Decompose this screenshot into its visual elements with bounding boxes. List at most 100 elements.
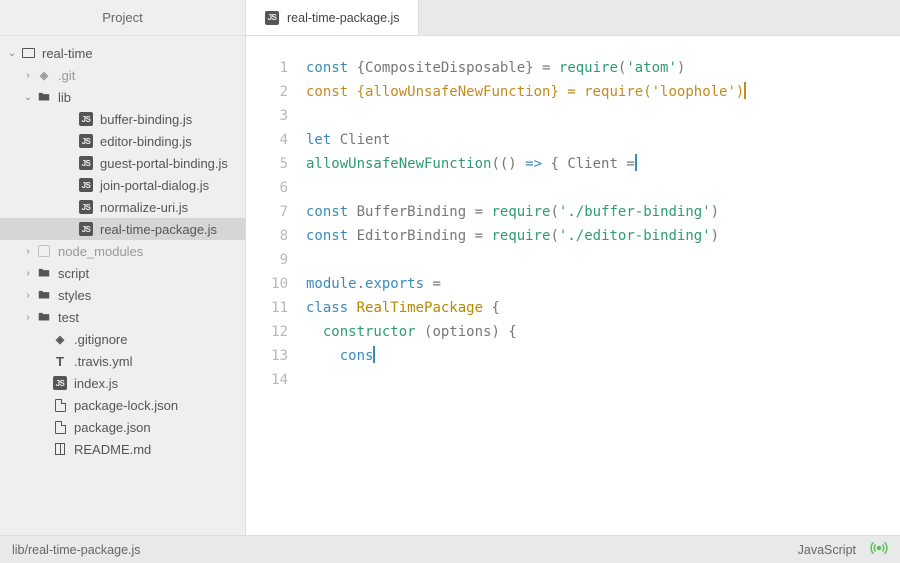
code-line[interactable]: [306, 176, 900, 200]
chevron-down-icon[interactable]: ⌄: [6, 48, 18, 59]
code-line[interactable]: [306, 104, 900, 128]
readme-icon: [52, 441, 68, 457]
tree-item-label: README.md: [74, 442, 151, 457]
tab-label: real-time-package.js: [287, 11, 400, 25]
status-language[interactable]: JavaScript: [798, 543, 856, 557]
tree-file[interactable]: ·package-lock.json: [0, 394, 245, 416]
editor-area: JS real-time-package.js 1234567891011121…: [245, 0, 900, 535]
json-file-icon: [52, 419, 68, 435]
tree-folder[interactable]: › test: [0, 306, 245, 328]
tree-item-label: node_modules: [58, 244, 143, 259]
line-number: 3: [246, 104, 288, 128]
node-modules-icon: [36, 243, 52, 259]
tree-folder[interactable]: › node_modules: [0, 240, 245, 262]
project-root-icon: [20, 45, 36, 61]
line-number: 1: [246, 56, 288, 80]
git-icon: ◈: [52, 331, 68, 347]
tree-item-label: guest-portal-binding.js: [100, 156, 228, 171]
line-number: 6: [246, 176, 288, 200]
code-line[interactable]: const {CompositeDisposable} = require('a…: [306, 56, 900, 80]
tree-folder[interactable]: ⌄ real-time: [0, 42, 245, 64]
code-line[interactable]: module.exports =: [306, 272, 900, 296]
line-number: 13: [246, 344, 288, 368]
tree-file[interactable]: ·JSbuffer-binding.js: [0, 108, 245, 130]
code-line[interactable]: constructor (options) {: [306, 320, 900, 344]
tree-file[interactable]: ·JSeditor-binding.js: [0, 130, 245, 152]
line-number: 11: [246, 296, 288, 320]
folder-icon: [36, 287, 52, 303]
cursor: [373, 346, 375, 363]
js-file-icon: JS: [78, 111, 94, 127]
tree-file[interactable]: ·README.md: [0, 438, 245, 460]
code-line[interactable]: cons: [306, 344, 900, 368]
tree-item-label: .gitignore: [74, 332, 127, 347]
tab-active[interactable]: JS real-time-package.js: [246, 0, 419, 35]
tree-file[interactable]: ·JSindex.js: [0, 372, 245, 394]
tree-item-label: index.js: [74, 376, 118, 391]
js-file-icon: JS: [52, 375, 68, 391]
tree-file[interactable]: ·JSguest-portal-binding.js: [0, 152, 245, 174]
tree-item-label: real-time-package.js: [100, 222, 217, 237]
tree-item-label: package-lock.json: [74, 398, 178, 413]
cursor: [744, 82, 746, 99]
chevron-down-icon[interactable]: ⌄: [22, 92, 34, 103]
cursor: [635, 154, 637, 171]
js-file-icon: JS: [78, 199, 94, 215]
code-line[interactable]: const BufferBinding = require('./buffer-…: [306, 200, 900, 224]
chevron-right-icon[interactable]: ›: [22, 268, 34, 279]
tree-item-label: join-portal-dialog.js: [100, 178, 209, 193]
line-number: 12: [246, 320, 288, 344]
line-number: 9: [246, 248, 288, 272]
tree-item-label: styles: [58, 288, 91, 303]
folder-icon: [36, 265, 52, 281]
code-lines[interactable]: const {CompositeDisposable} = require('a…: [306, 56, 900, 535]
git-icon: ◈: [36, 67, 52, 83]
folder-icon: [36, 89, 52, 105]
tree-item-label: .travis.yml: [74, 354, 133, 369]
code-line[interactable]: const EditorBinding = require('./editor-…: [306, 224, 900, 248]
broadcast-icon[interactable]: [870, 539, 888, 560]
js-file-icon: JS: [78, 155, 94, 171]
chevron-right-icon[interactable]: ›: [22, 312, 34, 323]
line-number: 14: [246, 368, 288, 392]
chevron-right-icon[interactable]: ›: [22, 290, 34, 301]
code-line[interactable]: [306, 368, 900, 392]
tree-file[interactable]: ·JSjoin-portal-dialog.js: [0, 174, 245, 196]
line-number: 4: [246, 128, 288, 152]
code-editor[interactable]: 1234567891011121314 const {CompositeDisp…: [246, 36, 900, 535]
tree-item-label: normalize-uri.js: [100, 200, 188, 215]
tree-item-label: buffer-binding.js: [100, 112, 192, 127]
tree-item-label: package.json: [74, 420, 151, 435]
tree-file[interactable]: ·JSnormalize-uri.js: [0, 196, 245, 218]
sidebar-title: Project: [0, 0, 245, 36]
line-number: 10: [246, 272, 288, 296]
tree-folder[interactable]: › script: [0, 262, 245, 284]
tree-item-label: lib: [58, 90, 71, 105]
line-gutter: 1234567891011121314: [246, 56, 306, 535]
chevron-right-icon[interactable]: ›: [22, 70, 34, 81]
tree-folder[interactable]: ›◈ .git: [0, 64, 245, 86]
status-bar: lib/real-time-package.js JavaScript: [0, 535, 900, 563]
status-path: lib/real-time-package.js: [12, 543, 141, 557]
tab-bar[interactable]: JS real-time-package.js: [246, 0, 900, 36]
code-line[interactable]: const {allowUnsafeNewFunction} = require…: [306, 80, 900, 104]
code-line[interactable]: [306, 248, 900, 272]
file-tree[interactable]: ⌄real-time›◈.git⌄lib·JSbuffer-binding.js…: [0, 36, 245, 535]
code-line[interactable]: let Client: [306, 128, 900, 152]
code-line[interactable]: allowUnsafeNewFunction(() => { Client =: [306, 152, 900, 176]
tree-item-label: real-time: [42, 46, 93, 61]
tree-folder[interactable]: ⌄ lib: [0, 86, 245, 108]
project-sidebar: Project ⌄real-time›◈.git⌄lib·JSbuffer-bi…: [0, 0, 245, 535]
tree-file[interactable]: ·◈.gitignore: [0, 328, 245, 350]
tree-folder[interactable]: › styles: [0, 284, 245, 306]
tree-item-label: test: [58, 310, 79, 325]
folder-icon: [36, 309, 52, 325]
tree-item-label: .git: [58, 68, 75, 83]
tree-file[interactable]: ·T.travis.yml: [0, 350, 245, 372]
tree-file[interactable]: ·JSreal-time-package.js: [0, 218, 245, 240]
code-line[interactable]: class RealTimePackage {: [306, 296, 900, 320]
tree-file[interactable]: ·package.json: [0, 416, 245, 438]
tree-item-label: script: [58, 266, 89, 281]
travis-file-icon: T: [52, 353, 68, 369]
chevron-right-icon[interactable]: ›: [22, 246, 34, 257]
